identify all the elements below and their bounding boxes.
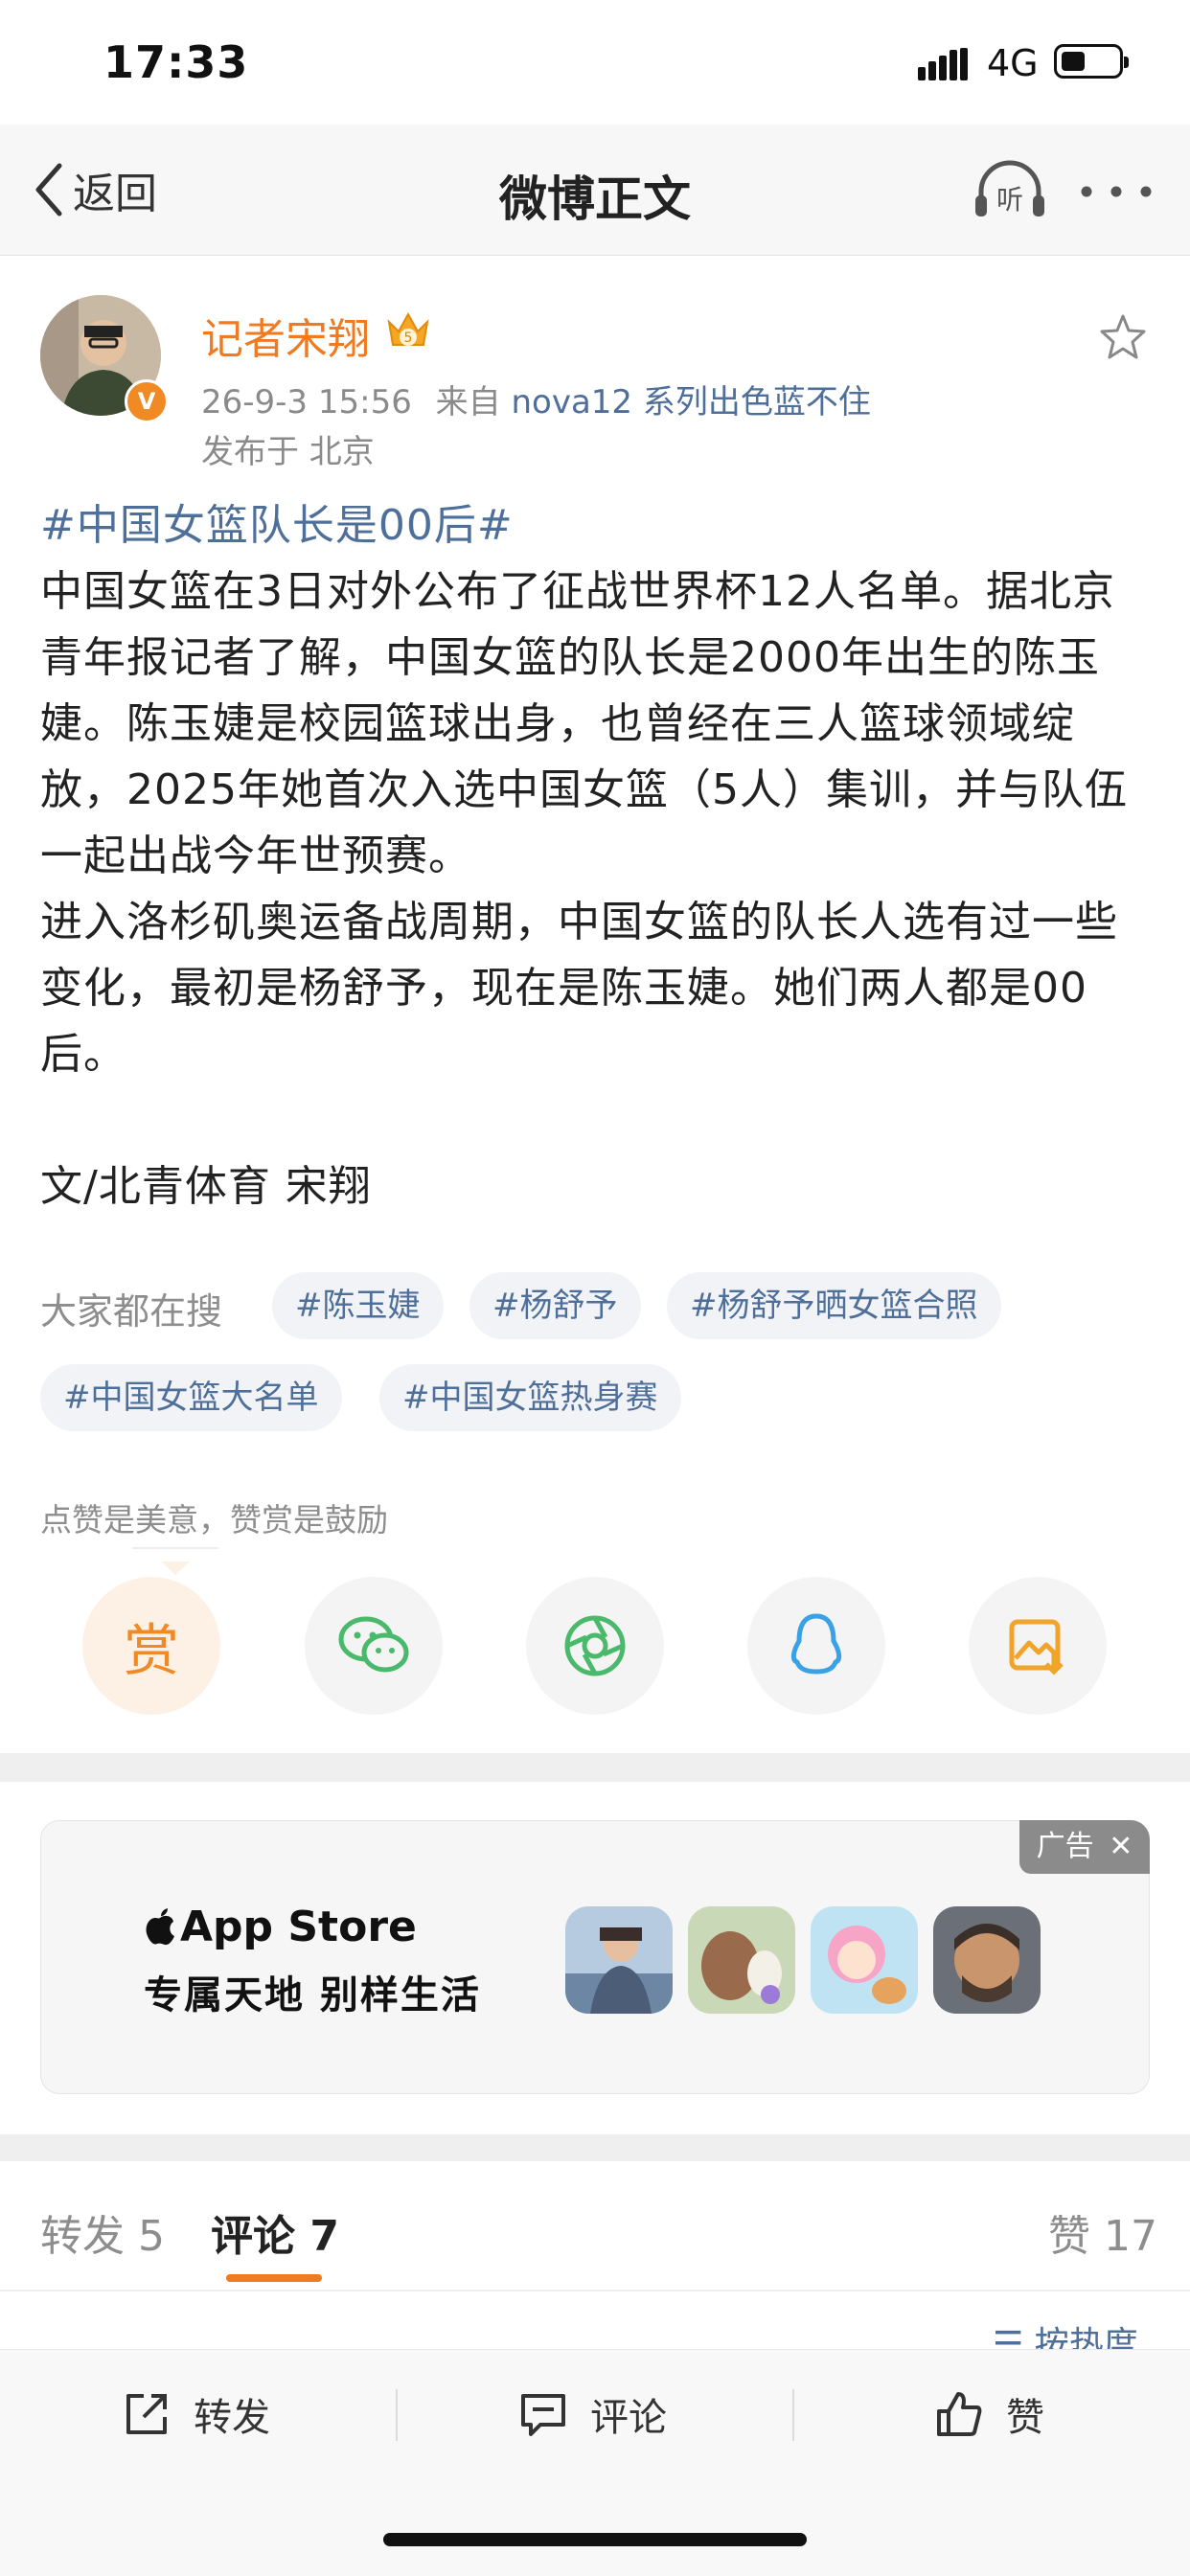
ad-slogan: 专属天地 别样生活 (144, 1973, 481, 2017)
tab-divider (0, 2290, 1190, 2291)
post-body: #中国女篮队长是00后# 中国女篮在3日对外公布了征战世界杯12人名单。据北京青… (40, 492, 1152, 1220)
repost-button[interactable]: 转发 (123, 2387, 270, 2441)
like-button[interactable]: 赞 (935, 2387, 1044, 2441)
share-wechat-button[interactable] (305, 1577, 443, 1715)
section-divider (0, 1753, 1190, 1782)
post-source[interactable]: nova12 系列出色蓝不住 (511, 383, 870, 422)
tab-repost[interactable]: 转发 5 (40, 2201, 165, 2263)
repost-label: 转发 (194, 2396, 270, 2440)
search-tag[interactable]: #中国女篮热身赛 (379, 1364, 681, 1431)
close-icon: ✕ (1109, 1830, 1133, 1863)
bottom-divider (792, 2389, 794, 2441)
crown-level: 5 (404, 331, 413, 346)
network-type: 4G (987, 42, 1039, 84)
search-tag[interactable]: #杨舒予 (469, 1272, 641, 1339)
post-paragraph-1: 中国女篮在3日对外公布了征战世界杯12人名单。据北京青年报记者了解，中国女篮的队… (40, 567, 1128, 880)
reward-caption: 点赞是美意，赞赏是鼓励 (40, 1501, 388, 1539)
active-tab-indicator (226, 2274, 322, 2282)
share-qq-button[interactable] (747, 1577, 885, 1715)
tab-comments[interactable]: 评论 7 (211, 2201, 339, 2263)
post-meta: 26-9-3 15:56 来自 nova12 系列出色蓝不住 (201, 376, 871, 422)
reward-button[interactable]: 赏 (82, 1577, 220, 1715)
post-paragraph-2: 进入洛杉矶奥运备战周期，中国女篮的队长人选有过一些变化，最初是杨舒予，现在是陈玉… (40, 898, 1118, 1079)
like-label: 赞 (1006, 2396, 1044, 2440)
reward-label: 赏 (123, 1618, 179, 1683)
moments-icon (564, 1615, 626, 1676)
listen-headphone-icon[interactable]: 听 (973, 159, 1046, 220)
repost-icon (126, 2394, 167, 2434)
post-location: 发布于 北京 (201, 433, 375, 471)
comment-icon (521, 2394, 565, 2436)
signal-icon (918, 48, 968, 80)
post-signature: 文/北青体育 宋翔 (40, 1162, 372, 1211)
search-tag[interactable]: #中国女篮大名单 (40, 1364, 342, 1431)
ad-brand: App Store (144, 1903, 417, 1951)
home-indicator (383, 2533, 807, 2546)
post-time: 26-9-3 15:56 (201, 383, 412, 422)
from-label: 来自 (435, 383, 501, 422)
wechat-icon (338, 1616, 409, 1673)
status-time: 17:33 (103, 36, 249, 88)
star-favorite-icon[interactable] (1098, 312, 1148, 362)
ad-app-thumb (688, 1906, 795, 2014)
more-icon[interactable] (1081, 186, 1152, 197)
comment-label: 评论 (590, 2396, 667, 2440)
share-moments-button[interactable] (526, 1577, 664, 1715)
search-tag[interactable]: #陈玉婕 (272, 1272, 444, 1339)
bottom-divider (396, 2389, 398, 2441)
search-tag[interactable]: #杨舒予晒女篮合照 (667, 1272, 1001, 1339)
ad-app-thumb (933, 1906, 1041, 2014)
author-name[interactable]: 记者宋翔 (201, 305, 370, 366)
section-divider (0, 2134, 1190, 2161)
save-image-icon (1009, 1619, 1064, 1676)
apple-logo-icon (146, 1907, 174, 1945)
ad-label: 广告 (1036, 1830, 1094, 1863)
ad-brand-text: App Store (180, 1903, 417, 1951)
tab-likes[interactable]: 赞 17 (1048, 2201, 1157, 2263)
battery-icon (1054, 44, 1129, 79)
save-image-button[interactable] (969, 1577, 1107, 1715)
ad-app-thumb (811, 1906, 918, 2014)
verified-badge-icon: V (125, 379, 169, 423)
thumbs-up-icon (937, 2392, 982, 2436)
listen-label: 听 (996, 184, 1023, 216)
qq-icon (790, 1613, 842, 1675)
search-label: 大家都在搜 (40, 1290, 223, 1333)
crown-icon: 5 (387, 311, 429, 346)
ad-close-button[interactable]: 广告 ✕ (1019, 1820, 1150, 1874)
topic-link[interactable]: #中国女篮队长是00后# (40, 492, 1152, 559)
comment-button[interactable]: 评论 (519, 2387, 667, 2441)
ad-app-thumb (565, 1906, 673, 2014)
